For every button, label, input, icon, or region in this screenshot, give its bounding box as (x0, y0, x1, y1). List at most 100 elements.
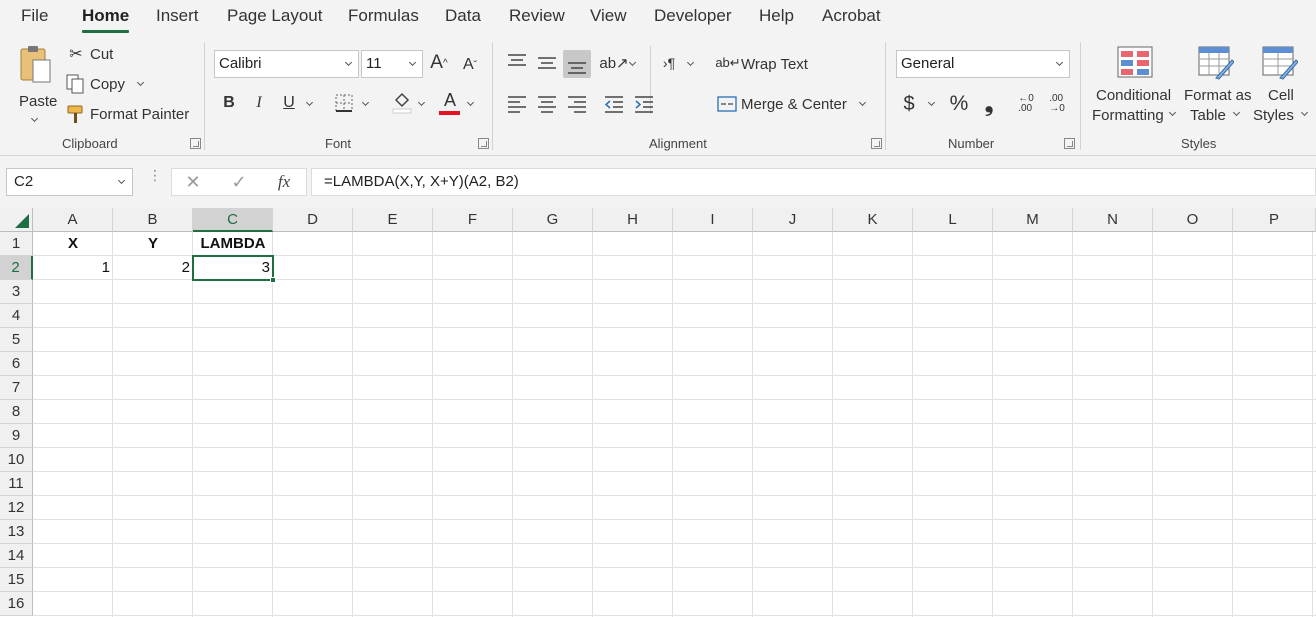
row-header-6[interactable]: 6 (0, 352, 33, 376)
row-header-9[interactable]: 9 (0, 424, 33, 448)
tab-view[interactable]: View (590, 6, 627, 26)
tab-page-layout[interactable]: Page Layout (227, 6, 322, 26)
row-header-12[interactable]: 12 (0, 496, 33, 520)
paste-button[interactable]: Paste (12, 42, 60, 124)
row-header-5[interactable]: 5 (0, 328, 33, 352)
wrap-text-button[interactable]: Wrap Text (741, 56, 808, 73)
format-as-table-button[interactable]: Format as Table (1182, 42, 1254, 126)
bold-button[interactable]: B (219, 92, 239, 114)
column-header-a[interactable]: A (33, 208, 113, 232)
copy-button[interactable]: Copy (90, 76, 125, 93)
column-header-h[interactable]: H (593, 208, 673, 232)
fill-handle[interactable] (270, 277, 276, 283)
decrease-decimal-icon[interactable]: .00 →0 (1045, 92, 1069, 116)
column-header-k[interactable]: K (833, 208, 913, 232)
currency-icon[interactable]: $ (900, 92, 918, 116)
middle-align-icon[interactable] (536, 52, 558, 72)
top-align-icon[interactable] (506, 52, 528, 72)
chevron-down-icon[interactable] (466, 98, 475, 107)
cell-b1[interactable]: Y (113, 232, 193, 256)
select-all-corner[interactable] (0, 208, 33, 232)
align-left-icon[interactable] (506, 94, 528, 114)
italic-button[interactable]: I (249, 92, 269, 114)
cut-button[interactable]: Cut (90, 46, 113, 63)
row-header-8[interactable]: 8 (0, 400, 33, 424)
percent-icon[interactable]: % (947, 92, 971, 116)
conditional-formatting-button[interactable]: Conditional Formatting (1090, 42, 1178, 126)
tab-home[interactable]: Home (82, 6, 130, 33)
cancel-icon[interactable]: ✕ (182, 171, 204, 193)
row-header-2[interactable]: 2 (0, 256, 33, 280)
more-options-icon[interactable]: ⋮ (148, 168, 162, 182)
number-launcher-icon[interactable] (1064, 138, 1075, 149)
tab-acrobat[interactable]: Acrobat (822, 6, 881, 26)
row-header-3[interactable]: 3 (0, 280, 33, 304)
chevron-down-icon[interactable] (927, 98, 936, 107)
alignment-launcher-icon[interactable] (871, 138, 882, 149)
chevron-down-icon[interactable] (305, 98, 314, 107)
column-header-l[interactable]: L (913, 208, 993, 232)
tab-formulas[interactable]: Formulas (348, 6, 419, 26)
decrease-font-size-icon[interactable]: Aˇ (459, 54, 481, 76)
chevron-down-icon[interactable] (858, 98, 867, 107)
font-size-dropdown[interactable]: 11 (361, 50, 423, 78)
increase-indent-icon[interactable] (633, 94, 655, 114)
increase-font-size-icon[interactable]: A ^ (428, 52, 450, 74)
row-header-1[interactable]: 1 (0, 232, 33, 256)
name-box[interactable]: C2 (6, 168, 133, 196)
font-color-icon[interactable]: A (440, 90, 460, 110)
chevron-down-icon[interactable] (686, 58, 695, 67)
insert-function-icon[interactable]: fx (272, 171, 296, 193)
merge-center-button[interactable]: Merge & Center (741, 96, 847, 113)
column-header-b[interactable]: B (113, 208, 193, 232)
fill-color-icon[interactable] (391, 90, 413, 114)
column-header-p[interactable]: P (1233, 208, 1316, 232)
enter-icon[interactable]: ✓ (228, 171, 250, 193)
row-header-11[interactable]: 11 (0, 472, 33, 496)
cell-c1[interactable]: LAMBDA (193, 232, 273, 256)
tab-review[interactable]: Review (509, 6, 565, 26)
orientation-icon[interactable]: ab↗ (599, 52, 628, 74)
column-header-m[interactable]: M (993, 208, 1073, 232)
row-header-4[interactable]: 4 (0, 304, 33, 328)
row-header-14[interactable]: 14 (0, 544, 33, 568)
comma-style-icon[interactable]: ❟ (980, 91, 998, 116)
tab-insert[interactable]: Insert (156, 6, 199, 26)
column-header-g[interactable]: G (513, 208, 593, 232)
row-header-10[interactable]: 10 (0, 448, 33, 472)
chevron-down-icon[interactable] (361, 98, 370, 107)
cell-styles-button[interactable]: Cell Styles (1252, 42, 1312, 126)
row-header-15[interactable]: 15 (0, 568, 33, 592)
tab-developer[interactable]: Developer (654, 6, 732, 26)
borders-icon[interactable] (334, 93, 354, 113)
column-header-d[interactable]: D (273, 208, 353, 232)
underline-button[interactable]: U (279, 92, 299, 114)
tab-data[interactable]: Data (445, 6, 481, 26)
tab-help[interactable]: Help (759, 6, 794, 26)
bottom-align-button[interactable] (563, 50, 591, 78)
font-name-dropdown[interactable]: Calibri (214, 50, 359, 78)
cell-a1[interactable]: X (33, 232, 113, 256)
column-header-f[interactable]: F (433, 208, 513, 232)
column-header-j[interactable]: J (753, 208, 833, 232)
chevron-down-icon[interactable] (628, 58, 637, 67)
cell-b2[interactable]: 2 (113, 256, 193, 280)
align-center-icon[interactable] (536, 94, 558, 114)
clipboard-launcher-icon[interactable] (190, 138, 201, 149)
decrease-indent-icon[interactable] (603, 94, 625, 114)
format-painter-button[interactable]: Format Painter (90, 106, 189, 123)
chevron-down-icon[interactable] (417, 98, 426, 107)
column-header-i[interactable]: I (673, 208, 753, 232)
formula-input[interactable]: =LAMBDA(X,Y, X+Y)(A2, B2) (311, 168, 1316, 196)
cell-a2[interactable]: 1 (33, 256, 113, 280)
font-launcher-icon[interactable] (478, 138, 489, 149)
tab-file[interactable]: File (21, 6, 48, 26)
increase-decimal-icon[interactable]: ←0.00 (1014, 92, 1038, 116)
row-header-13[interactable]: 13 (0, 520, 33, 544)
column-header-o[interactable]: O (1153, 208, 1233, 232)
row-header-7[interactable]: 7 (0, 376, 33, 400)
column-header-e[interactable]: E (353, 208, 433, 232)
text-direction-icon[interactable]: ›¶ (658, 52, 680, 74)
row-header-16[interactable]: 16 (0, 592, 33, 616)
align-right-icon[interactable] (566, 94, 588, 114)
